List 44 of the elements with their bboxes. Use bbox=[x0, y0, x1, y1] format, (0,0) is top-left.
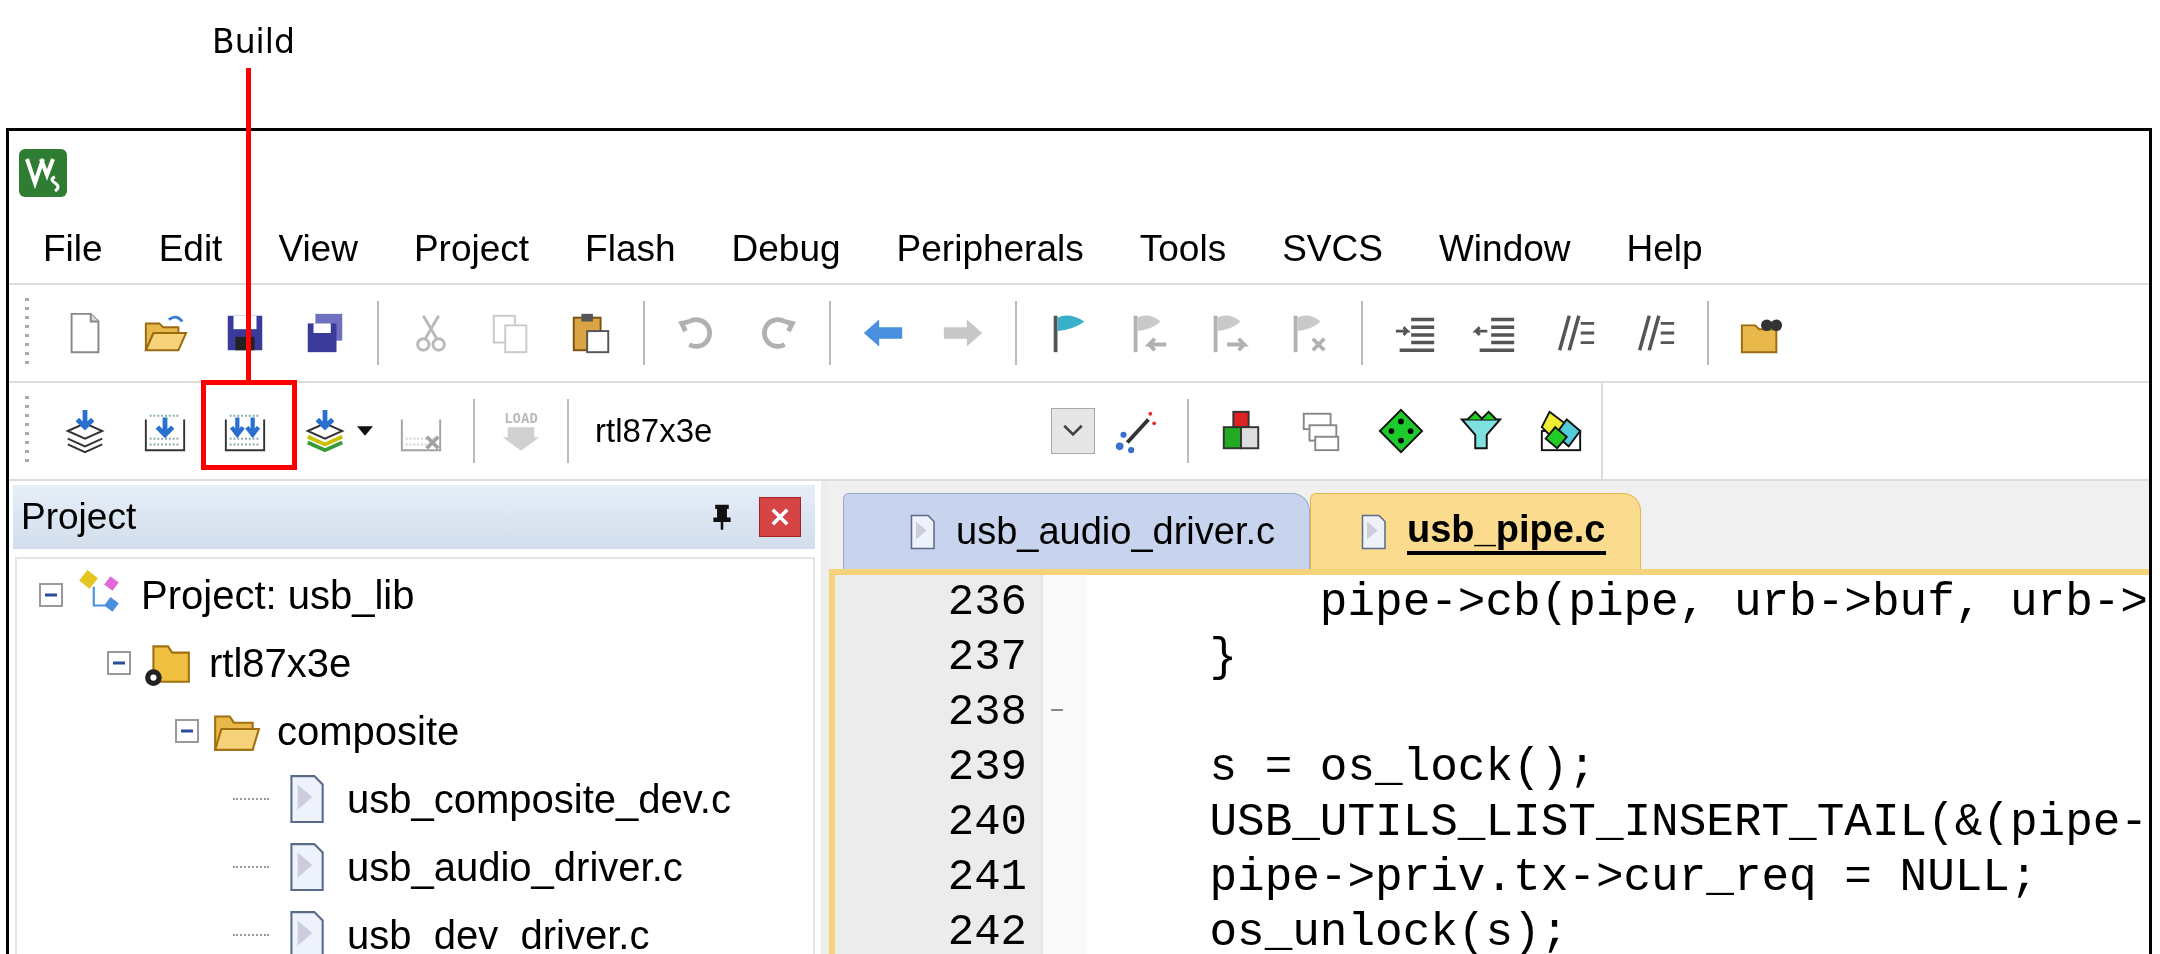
code-line: os_unlock(s); bbox=[1208, 906, 1569, 954]
menu-item[interactable]: File bbox=[19, 228, 127, 270]
tree-item[interactable]: usb_composite_dev.c bbox=[343, 776, 735, 822]
target-select[interactable]: rtl87x3e bbox=[595, 401, 1095, 461]
line-number: 236 bbox=[947, 576, 1027, 629]
dropdown-button[interactable] bbox=[1051, 408, 1095, 454]
line-number: 240 bbox=[947, 796, 1027, 849]
code-line: pipe->priv.tx->cur_req = NULL; bbox=[1208, 851, 2038, 904]
menu-item[interactable]: Project bbox=[389, 228, 554, 270]
menu-item[interactable]: Debug bbox=[707, 228, 865, 270]
panel-title: Project bbox=[21, 496, 138, 538]
app-logo-icon bbox=[19, 149, 67, 197]
line-number: 239 bbox=[947, 741, 1027, 794]
menu-item[interactable]: Peripherals bbox=[872, 228, 1108, 270]
menu-item[interactable]: Flash bbox=[561, 228, 700, 270]
menu-item[interactable]: SVCS bbox=[1258, 228, 1407, 270]
line-number: 241 bbox=[947, 851, 1027, 904]
chevron-down-icon bbox=[1062, 424, 1084, 438]
collapse-toggle[interactable] bbox=[107, 651, 131, 675]
code-line: s = os_lock(); bbox=[1208, 741, 1596, 794]
close-button[interactable] bbox=[759, 497, 801, 537]
file-tab[interactable]: usb_audio_driver.c bbox=[843, 493, 1310, 569]
tree-item[interactable]: rtl87x3e bbox=[205, 640, 356, 686]
menu-item[interactable]: Help bbox=[1602, 228, 1727, 270]
menu-item[interactable]: Tools bbox=[1115, 228, 1251, 270]
line-number: 238 bbox=[947, 686, 1027, 739]
menu-item[interactable]: Window bbox=[1414, 228, 1595, 270]
menu-item[interactable]: View bbox=[254, 228, 382, 270]
line-number: 237 bbox=[947, 631, 1027, 684]
code-line: } bbox=[1208, 631, 1238, 684]
pin-icon[interactable] bbox=[711, 504, 733, 530]
line-number: 242 bbox=[947, 906, 1027, 954]
close-icon bbox=[771, 508, 789, 526]
tree-item[interactable]: composite bbox=[273, 708, 464, 754]
code-line: USB_UTILS_LIST_INSERT_TAIL(&(pipe- bbox=[1208, 796, 2148, 849]
tree-item[interactable]: usb_audio_driver.c bbox=[343, 844, 687, 890]
callout-label: Build bbox=[212, 22, 295, 62]
collapse-toggle[interactable] bbox=[175, 719, 199, 743]
file-tab[interactable]: usb_pipe.c bbox=[1310, 493, 1641, 569]
menu-item[interactable]: Edit bbox=[134, 228, 247, 270]
collapse-toggle[interactable] bbox=[39, 583, 63, 607]
tree-item[interactable]: Project: usb_lib bbox=[137, 572, 419, 618]
caret-icon[interactable] bbox=[357, 426, 373, 436]
code-line: pipe->cb(pipe, urb->buf, urb-> bbox=[1318, 576, 2148, 629]
